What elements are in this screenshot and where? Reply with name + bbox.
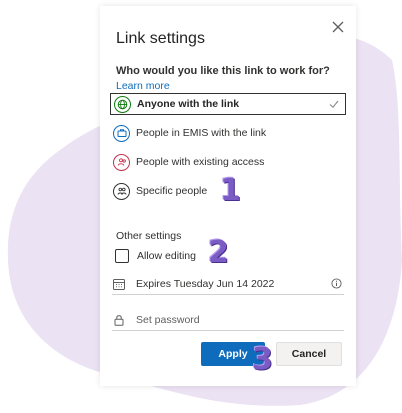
allow-editing-label: Allow editing xyxy=(137,250,196,262)
annotation-marker-1: 1 xyxy=(220,173,241,208)
allow-editing-checkbox[interactable] xyxy=(115,249,129,263)
lock-icon xyxy=(114,314,124,326)
globe-icon xyxy=(114,95,131,113)
expiry-date-field[interactable]: Expires Tuesday Jun 14 2022 xyxy=(112,273,344,295)
option-label: Anyone with the link xyxy=(137,98,240,110)
expiry-date-text: Expires Tuesday Jun 14 2022 xyxy=(136,277,275,290)
option-label: Specific people xyxy=(136,185,208,197)
calendar-icon xyxy=(113,278,125,290)
close-icon[interactable] xyxy=(331,20,345,34)
other-settings-heading: Other settings xyxy=(116,230,182,242)
password-field[interactable] xyxy=(112,309,344,331)
checkmark-icon xyxy=(329,100,339,108)
dialog-title: Link settings xyxy=(116,30,205,47)
annotation-marker-2: 2 xyxy=(208,235,229,270)
group-icon xyxy=(113,182,130,200)
briefcase-icon xyxy=(113,124,130,142)
option-existing-access[interactable]: People with existing access xyxy=(110,151,346,173)
option-anyone-with-link[interactable]: Anyone with the link xyxy=(110,93,346,115)
password-input[interactable] xyxy=(136,313,326,326)
info-icon[interactable] xyxy=(331,278,342,289)
audience-question: Who would you like this link to work for… xyxy=(116,65,330,77)
cancel-button[interactable]: Cancel xyxy=(276,342,342,366)
learn-more-link[interactable]: Learn more xyxy=(116,80,170,92)
annotation-marker-3: 3 xyxy=(252,342,273,377)
option-label: People with existing access xyxy=(136,156,265,168)
option-label: People in EMIS with the link xyxy=(136,127,267,139)
allow-editing-toggle[interactable]: Allow editing xyxy=(115,247,196,265)
people-icon xyxy=(113,153,130,171)
option-people-in-emis[interactable]: People in EMIS with the link xyxy=(110,122,346,144)
